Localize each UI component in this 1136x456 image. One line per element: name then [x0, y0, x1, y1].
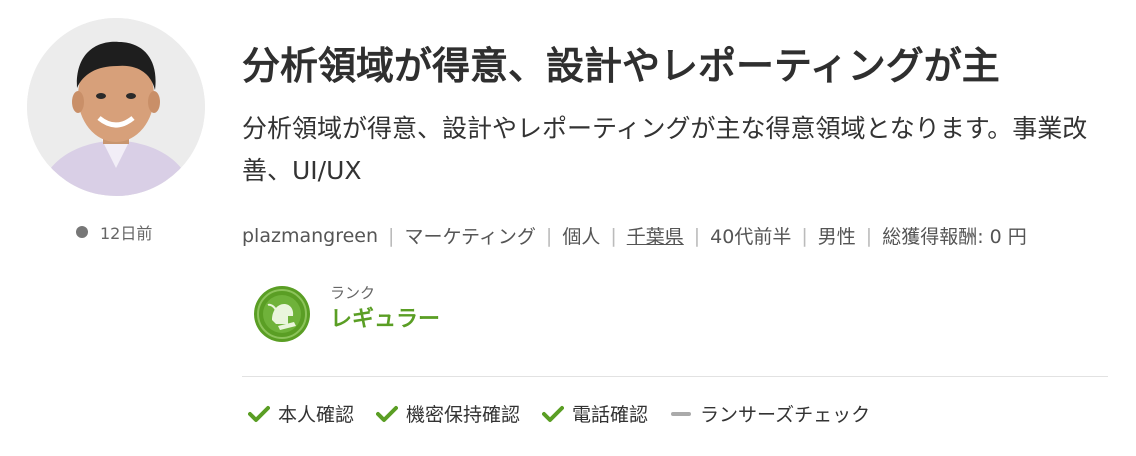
meta-occupation: マーケティング — [404, 226, 536, 248]
profile-avatar[interactable] — [27, 18, 205, 196]
status-dot-icon — [76, 226, 88, 238]
rank-name: レギュラー — [330, 307, 441, 332]
verification-label: 電話確認 — [572, 404, 649, 426]
verification-item-phone: 電話確認 — [542, 400, 648, 427]
rank-badge-icon — [254, 286, 310, 342]
check-icon — [376, 405, 399, 422]
meta-separator: | — [801, 224, 808, 247]
profile-title: 分析領域が得意、設計やレポーティングが主 — [242, 44, 1000, 88]
divider — [242, 376, 1108, 377]
meta-username: plazmangreen — [242, 224, 379, 247]
meta-total-reward: 総獲得報酬: 0 円 — [882, 226, 1027, 248]
verification-label: 本人確認 — [278, 404, 355, 426]
meta-gender: 男性 — [817, 226, 856, 248]
meta-separator: | — [693, 224, 701, 247]
last-seen: 12日前 — [76, 220, 152, 244]
dash-icon — [671, 411, 692, 416]
check-icon — [248, 405, 270, 422]
verification-label: ランサーズチェック — [700, 404, 871, 426]
rank-label: ランク — [330, 284, 376, 302]
meta-separator: | — [388, 224, 395, 247]
meta-separator: | — [610, 224, 617, 247]
meta-separator: | — [545, 224, 553, 247]
check-icon — [542, 405, 565, 422]
meta-location-link[interactable]: 千葉県 — [627, 222, 684, 249]
profile-meta: plazmangreen | マーケティング | 個人 | 千葉県 | 40代前… — [242, 222, 1112, 249]
meta-age: 40代前半 — [710, 226, 792, 248]
verification-item-nda: 機密保持確認 — [376, 400, 520, 427]
last-seen-text: 12日前 — [100, 224, 153, 243]
verification-item-lancers-check: ランサーズチェック — [670, 400, 870, 427]
profile-description: 分析領域が得意、設計やレポーティングが主な得意領域となります。事業改善、UI/U… — [242, 114, 1088, 185]
meta-separator: | — [865, 224, 873, 247]
verification-item-identity: 本人確認 — [248, 400, 354, 427]
verification-list: 本人確認 機密保持確認 電話確認 ランサーズチェック — [248, 400, 892, 427]
verification-label: 機密保持確認 — [406, 404, 521, 426]
rank-section: ランク レギュラー — [254, 284, 441, 342]
meta-type: 個人 — [562, 226, 601, 248]
